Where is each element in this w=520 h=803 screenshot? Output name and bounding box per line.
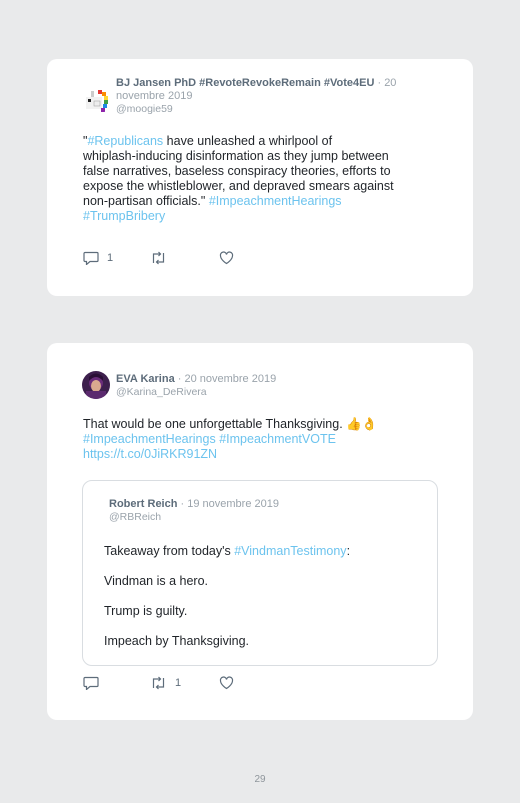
tweet-header: EVA Karina · 20 novembre 2019 @Karina_De… (116, 373, 436, 399)
retweet-button[interactable] (150, 251, 175, 265)
tweet-date[interactable]: · 20 novembre 2019 (178, 373, 276, 385)
text-fragment: : (346, 544, 351, 558)
text-line: That would be one unforgettable Thanksgi… (83, 417, 378, 431)
like-button[interactable] (219, 676, 242, 690)
quoted-header: Robert Reich · 19 novembre 2019 @RBReich (109, 498, 409, 524)
hashtag-link[interactable]: #TrumpBribery (83, 209, 165, 223)
heart-icon (219, 251, 234, 265)
retweet-button[interactable]: 1 (150, 676, 181, 690)
hashtag-link[interactable]: #Republicans (87, 134, 163, 148)
like-button[interactable] (219, 251, 242, 265)
quoted-text-line: Trump is guilty. (104, 604, 188, 618)
tweet-actions: 1 (83, 251, 283, 267)
reply-icon (83, 676, 99, 690)
tweet-header: BJ Jansen PhD #RevoteRevokeRemain #Vote4… (116, 77, 416, 116)
tweet-card: EVA Karina · 20 novembre 2019 @Karina_De… (47, 343, 473, 720)
tweet-text: That would be one unforgettable Thanksgi… (83, 417, 453, 462)
retweet-icon (152, 251, 165, 265)
tweet-actions: 1 (83, 676, 283, 692)
author-name[interactable]: EVA Karina (116, 373, 175, 385)
hashtag-link[interactable]: #ImpeachmentVOTE (219, 432, 336, 446)
page-number: 29 (254, 774, 266, 785)
author-handle[interactable]: @moogie59 (116, 103, 416, 116)
retweet-count: 1 (175, 677, 182, 689)
author-name[interactable]: BJ Jansen PhD #RevoteRevokeRemain #Vote4… (116, 77, 374, 89)
hashtag-link[interactable]: #VindmanTestimony (234, 544, 346, 558)
quoted-text-line: Takeaway from today's #VindmanTestimony: (104, 544, 350, 558)
retweet-icon (152, 676, 165, 690)
heart-icon (219, 676, 234, 690)
text-fragment: have unleashed a whirlpool of (163, 134, 333, 148)
text-fragment: non-partisan officials." (83, 194, 209, 208)
reply-icon (83, 251, 99, 265)
avatar-unicorn[interactable] (82, 87, 110, 115)
text-line: false narratives, baseless conspiracy th… (83, 164, 391, 178)
tweet-text: "#Republicans have unleashed a whirlpool… (83, 134, 453, 224)
avatar-eva[interactable] (82, 371, 110, 399)
hashtag-link[interactable]: #ImpeachmentHearings (209, 194, 342, 208)
quoted-tweet[interactable]: Robert Reich · 19 novembre 2019 @RBReich… (82, 480, 438, 666)
reply-count: 1 (107, 252, 114, 264)
quoted-author-name[interactable]: Robert Reich (109, 498, 177, 510)
text-fragment: Takeaway from today's (104, 544, 235, 558)
quoted-text-line: Vindman is a hero. (104, 574, 208, 588)
reply-button[interactable]: 1 (83, 251, 113, 265)
url-link[interactable]: https://t.co/0JiRKR91ZN (83, 447, 217, 461)
author-handle[interactable]: @Karina_DeRivera (116, 386, 436, 399)
quoted-handle[interactable]: @RBReich (109, 511, 409, 524)
text-line: whiplash-inducing disinformation as they… (83, 149, 389, 163)
tweet-card: BJ Jansen PhD #RevoteRevokeRemain #Vote4… (47, 59, 473, 296)
quoted-date[interactable]: · 19 novembre 2019 (181, 498, 279, 510)
reply-button[interactable] (83, 676, 107, 690)
quoted-text-line: Impeach by Thanksgiving. (104, 634, 249, 648)
hashtag-link[interactable]: #ImpeachmentHearings (83, 432, 216, 446)
text-line: expose the whistleblower, and depraved s… (83, 179, 394, 193)
